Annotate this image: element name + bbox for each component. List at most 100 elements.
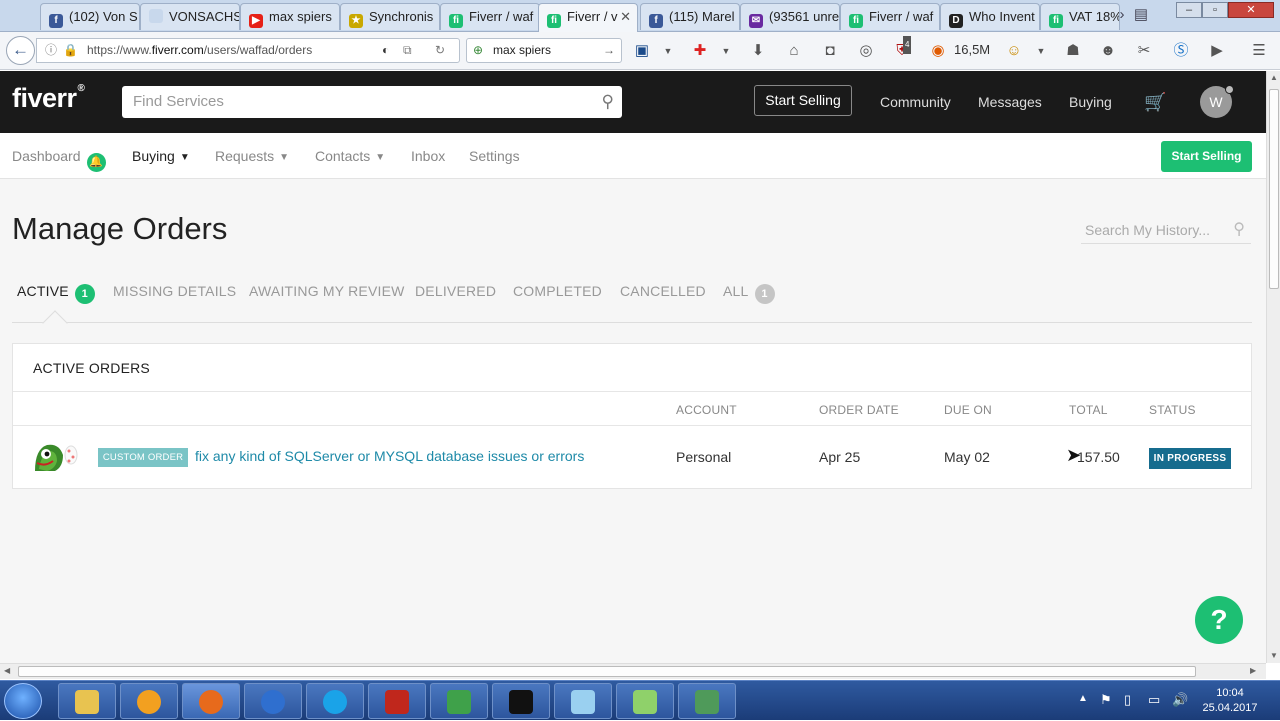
scroll-right-arrow-icon[interactable]: ▶: [1250, 666, 1256, 675]
reader-icon[interactable]: ◐: [382, 39, 389, 62]
taskbar-media-player[interactable]: [120, 683, 178, 719]
taskbar-network-tool[interactable]: [678, 683, 736, 719]
close-tab-icon[interactable]: ✕: [620, 4, 631, 30]
reload-icon[interactable]: ↻: [435, 39, 445, 62]
vertical-scrollbar[interactable]: ▲ ▼: [1266, 71, 1280, 663]
action-center-flag-icon[interactable]: ⚑: [1100, 692, 1112, 708]
info-icon[interactable]: ⓘ: [45, 39, 57, 62]
nav-messages[interactable]: Messages: [978, 94, 1042, 110]
taskbar-skype[interactable]: [306, 683, 364, 719]
save-icon[interactable]: ▣: [632, 42, 652, 60]
skype-extension-icon[interactable]: Ⓢ: [1171, 42, 1191, 60]
search-engine-icon[interactable]: ⊕: [473, 39, 483, 62]
home-icon[interactable]: ⌂: [784, 42, 804, 60]
first-aid-menu-chevron-icon[interactable]: ▼: [716, 42, 736, 60]
browser-tab[interactable]: fi Fiverr / v ✕: [538, 3, 638, 32]
start-selling-button[interactable]: Start Selling: [1161, 141, 1252, 172]
help-button[interactable]: ?: [1195, 596, 1243, 644]
menu-icon[interactable]: ☰: [1249, 42, 1269, 60]
vertical-scroll-thumb[interactable]: [1269, 89, 1279, 289]
back-button[interactable]: ←: [6, 36, 35, 65]
ghost-icon[interactable]: ☗: [1063, 42, 1083, 60]
horizontal-scroll-thumb[interactable]: [18, 666, 1196, 677]
url-bar[interactable]: ⓘ 🔒 https://www.fiverr.com/users/waffad/…: [36, 38, 460, 63]
fiverr-logo[interactable]: fiverr®: [12, 83, 85, 114]
search-icon[interactable]: ⚲: [602, 86, 614, 118]
pocket-icon[interactable]: ◘: [820, 42, 840, 60]
tab-active[interactable]: ACTIVE 1: [17, 283, 95, 304]
subnav-settings[interactable]: Settings: [469, 148, 520, 164]
taskbar-editor[interactable]: [554, 683, 612, 719]
tab-delivered[interactable]: DELIVERED: [415, 283, 496, 299]
taskbar-thunderbird[interactable]: [244, 683, 302, 719]
browser-tab[interactable]: ✉ (93561 unre: [740, 3, 840, 30]
smiley-icon[interactable]: ☺: [1004, 42, 1024, 60]
browser-tab[interactable]: D Who Invent: [940, 3, 1040, 30]
show-hidden-icons-icon[interactable]: ▲: [1078, 693, 1088, 704]
save-menu-chevron-icon[interactable]: ▼: [658, 42, 678, 60]
sync-icon[interactable]: ◎: [856, 42, 876, 60]
tab-completed[interactable]: COMPLETED: [513, 283, 602, 299]
browser-tab[interactable]: fi VAT 18%: [1040, 3, 1120, 30]
search-history-input[interactable]: Search My History... ⚲: [1081, 216, 1251, 244]
nav-community[interactable]: Community: [880, 94, 951, 110]
gig-thumbnail[interactable]: [33, 441, 79, 473]
tab-scroll-right-icon[interactable]: ›: [1112, 6, 1132, 24]
network-icon[interactable]: ▭: [1148, 692, 1160, 708]
browser-tab[interactable]: VONSACHSEN: [140, 3, 240, 30]
smiley-menu-chevron-icon[interactable]: ▼: [1031, 42, 1051, 60]
taskbar-filezilla[interactable]: [368, 683, 426, 719]
user-avatar[interactable]: W: [1200, 85, 1234, 118]
subnav-buying[interactable]: Buying ▼: [132, 148, 190, 164]
subnav-dashboard[interactable]: Dashboard 🔔: [12, 148, 106, 172]
close-window-button[interactable]: ✕: [1228, 2, 1274, 18]
horizontal-scrollbar[interactable]: ◀ ▶: [0, 663, 1266, 679]
taskbar-notepad[interactable]: [616, 683, 674, 719]
subnav-contacts[interactable]: Contacts ▼: [315, 148, 385, 164]
subnav-requests[interactable]: Requests ▼: [215, 148, 289, 164]
browser-tab[interactable]: fi Fiverr / waf: [440, 3, 540, 30]
taskbar-clock[interactable]: 10:04 25.04.2017: [1200, 686, 1260, 716]
scroll-left-arrow-icon[interactable]: ◀: [4, 666, 10, 675]
volume-icon[interactable]: 🔊: [1172, 692, 1188, 708]
search-icon[interactable]: ⚲: [1233, 216, 1245, 244]
browser-tab[interactable]: f (102) Von S: [40, 3, 140, 30]
first-aid-icon[interactable]: ✚: [690, 42, 710, 60]
find-services-input[interactable]: Find Services ⚲: [122, 86, 622, 118]
scroll-up-arrow-icon[interactable]: ▲: [1270, 73, 1278, 82]
maximize-button[interactable]: ▫: [1202, 2, 1228, 18]
tab-list-icon[interactable]: ▤: [1131, 6, 1151, 24]
taskbar-spreadsheet[interactable]: [430, 683, 488, 719]
minimize-button[interactable]: –: [1176, 2, 1202, 18]
browser-tab[interactable]: ▶ max spiers: [240, 3, 340, 30]
command-prompt-icon: [509, 690, 533, 714]
tab-all[interactable]: ALL 1: [723, 283, 775, 304]
translate-icon[interactable]: ⧉: [403, 39, 412, 62]
download-icon[interactable]: ⬇: [748, 42, 768, 60]
windows-start-button[interactable]: [4, 683, 42, 719]
browser-search-box[interactable]: ⊕ max spiers →: [466, 38, 622, 63]
header-start-selling-button[interactable]: Start Selling: [754, 85, 852, 116]
browser-tab[interactable]: fi Fiverr / waf: [840, 3, 940, 30]
subnav-inbox[interactable]: Inbox: [411, 148, 445, 164]
search-go-icon[interactable]: →: [603, 39, 615, 62]
extension-m-icon[interactable]: ◉: [928, 42, 948, 60]
tab-missing-details[interactable]: MISSING DETAILS: [113, 283, 236, 299]
youtube-extension-icon[interactable]: ▶: [1207, 42, 1227, 60]
cart-icon[interactable]: 🛒: [1144, 92, 1166, 113]
taskbar-firefox[interactable]: [182, 683, 240, 719]
browser-tab[interactable]: f (115) Marel: [640, 3, 740, 30]
device-icon[interactable]: ▯: [1124, 692, 1131, 708]
mask-icon[interactable]: ☻: [1098, 42, 1118, 60]
tab-cancelled[interactable]: CANCELLED: [620, 283, 706, 299]
taskbar-explorer[interactable]: [58, 683, 116, 719]
gig-title-link[interactable]: fix any kind of SQLServer or MYSQL datab…: [195, 448, 584, 464]
column-total: TOTAL: [1069, 403, 1108, 417]
screenshot-icon[interactable]: ✂: [1134, 42, 1154, 60]
scroll-down-arrow-icon[interactable]: ▼: [1270, 651, 1278, 660]
browser-tab[interactable]: ★ Synchronis: [340, 3, 440, 30]
nav-buying[interactable]: Buying: [1069, 94, 1112, 110]
taskbar-command-prompt[interactable]: [492, 683, 550, 719]
tab-awaiting-my-review[interactable]: AWAITING MY REVIEW: [249, 283, 405, 299]
ublock-icon[interactable]: ⛨ 4: [892, 36, 912, 60]
